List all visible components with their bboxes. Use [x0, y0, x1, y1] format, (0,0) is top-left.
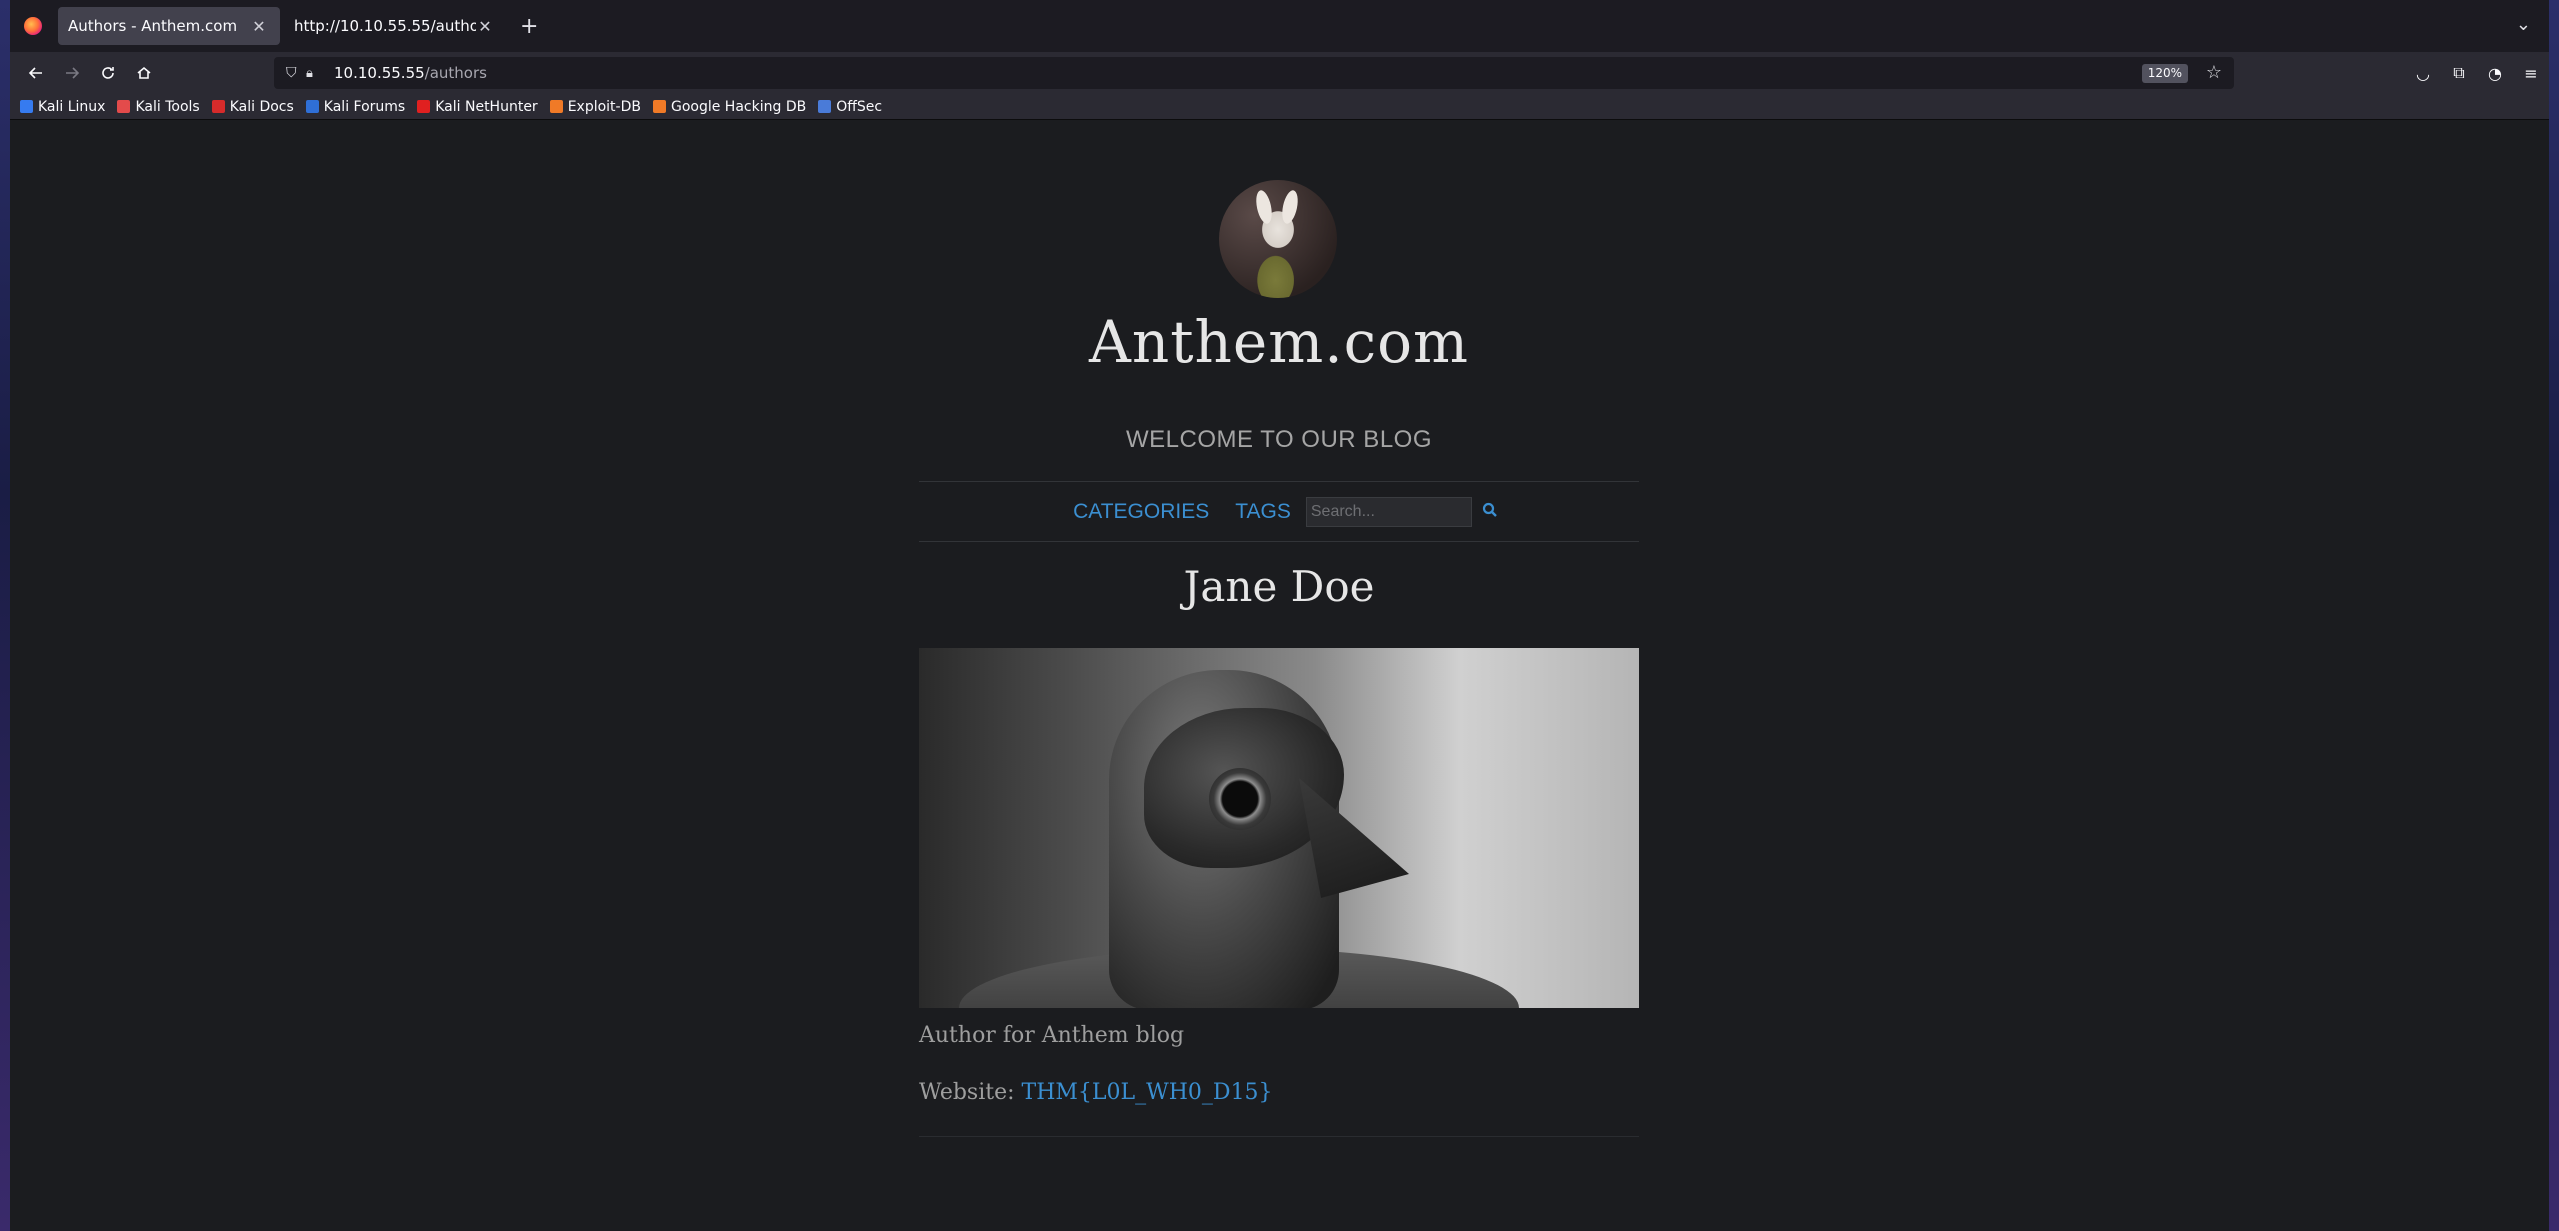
bookmark-kali-tools[interactable]: Kali Tools: [117, 99, 200, 115]
site-logo-avatar[interactable]: [1219, 180, 1337, 298]
url-bar[interactable]: ⛉ 🔒︎ 10.10.55.55/authors 120% ☆: [274, 57, 2234, 89]
search-icon[interactable]: [1482, 502, 1498, 523]
tab-title: Authors - Anthem.com: [68, 17, 238, 35]
zoom-indicator[interactable]: 120%: [2141, 64, 2188, 83]
close-icon[interactable]: ✕: [250, 17, 268, 36]
avatar-ear: [1279, 188, 1301, 226]
nav-categories[interactable]: CATEGORIES: [1073, 500, 1209, 524]
exploit-db-icon: [549, 100, 563, 113]
offsec-icon: [818, 100, 832, 113]
toolbar-right: ◡ ⧉ ◔ ≡: [2397, 52, 2549, 94]
kali-linux-icon: [20, 100, 33, 113]
close-icon[interactable]: ✕: [476, 17, 494, 36]
back-arrow-icon: [28, 67, 42, 79]
reload-button[interactable]: [90, 57, 126, 89]
divider: [919, 541, 1639, 542]
tab-strip: Authors - Anthem.com ✕ http://10.10.55.5…: [10, 0, 2549, 52]
bookmark-kali-forums[interactable]: Kali Forums: [305, 99, 405, 115]
page-content: Anthem.com WELCOME TO OUR BLOG CATEGORIE…: [10, 120, 2549, 1231]
bookmark-kali-linux[interactable]: Kali Linux: [20, 99, 105, 115]
menu-icon[interactable]: ≡: [2513, 57, 2549, 89]
website-label: Website:: [919, 1080, 1015, 1105]
bookmark-star-icon[interactable]: ☆: [2206, 62, 2222, 83]
site-nav: CATEGORIES TAGS: [919, 483, 1639, 541]
bookmark-offsec[interactable]: OffSec: [818, 99, 882, 115]
new-tab-button[interactable]: +: [520, 14, 538, 39]
forward-button[interactable]: [54, 57, 90, 89]
nav-bar: ⛉ 🔒︎ 10.10.55.55/authors 120% ☆ ◡ ⧉ ◔ ≡: [10, 52, 2549, 94]
author-website: Website: THM{L0L_WH0_D15}: [919, 1080, 1639, 1105]
website-link[interactable]: THM{L0L_WH0_D15}: [1022, 1080, 1273, 1105]
shield-icon[interactable]: ⛉: [286, 65, 306, 81]
kali-tools-icon: [117, 100, 131, 113]
bookmarks-toolbar: Kali Linux Kali Tools Kali Docs Kali For…: [10, 94, 2549, 120]
divider: [919, 481, 1639, 482]
kali-nethunter-icon: [417, 100, 431, 113]
avatar-ear: [1253, 188, 1275, 226]
bookmark-kali-docs[interactable]: Kali Docs: [211, 99, 294, 115]
tab-title: http://10.10.55.55/authors: [294, 17, 476, 35]
author-description: Author for Anthem blog: [919, 1023, 1185, 1048]
firefox-icon[interactable]: [24, 17, 42, 35]
bookmark-google-hacking-db[interactable]: Google Hacking DB: [652, 99, 806, 115]
bookmark-kali-nethunter[interactable]: Kali NetHunter: [417, 99, 538, 115]
nav-tags[interactable]: TAGS: [1235, 500, 1291, 524]
author-photo: [919, 648, 1639, 1008]
kali-forums-icon: [305, 100, 319, 113]
account-icon[interactable]: ◔: [2477, 57, 2513, 89]
reload-icon: [102, 67, 114, 79]
pocket-icon[interactable]: ◡: [2405, 57, 2441, 89]
kali-docs-icon: [211, 100, 225, 113]
lock-icon[interactable]: 🔒︎: [306, 66, 328, 81]
back-button[interactable]: [18, 57, 54, 89]
author-name: Jane Doe: [1183, 562, 1375, 611]
search-input[interactable]: [1305, 497, 1472, 527]
divider: [919, 1136, 1639, 1137]
extensions-icon[interactable]: ⧉: [2441, 57, 2477, 89]
forward-arrow-icon: [66, 67, 80, 79]
home-icon: [137, 66, 151, 79]
site-tagline: WELCOME TO OUR BLOG: [1126, 426, 1432, 453]
url-text[interactable]: 10.10.55.55/authors: [334, 64, 487, 82]
site-title[interactable]: Anthem.com: [919, 308, 1639, 376]
tab-authors[interactable]: Authors - Anthem.com ✕: [58, 7, 280, 45]
browser-window: Authors - Anthem.com ✕ http://10.10.55.5…: [10, 0, 2549, 1231]
bookmark-exploit-db[interactable]: Exploit-DB: [549, 99, 641, 115]
tab-authors-url[interactable]: http://10.10.55.55/authors ✕: [284, 7, 506, 45]
home-button[interactable]: [126, 57, 162, 89]
google-hacking-db-icon: [652, 100, 666, 113]
chevron-down-icon[interactable]: ⌄: [2516, 14, 2531, 35]
